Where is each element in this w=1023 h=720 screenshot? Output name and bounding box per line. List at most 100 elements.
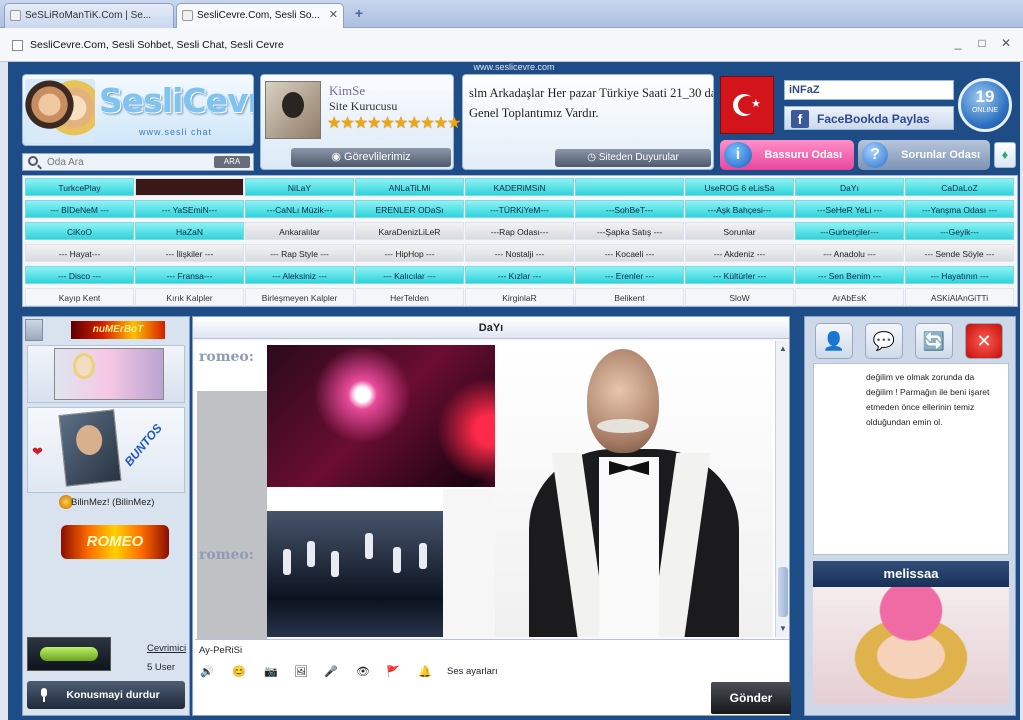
room-item[interactable]: HaZaN <box>135 222 244 240</box>
room-item[interactable]: --- Disco --- <box>25 266 134 284</box>
profile-icon[interactable]: 👤 <box>815 323 853 359</box>
speaker-icon[interactable]: 🔊 <box>199 664 215 680</box>
user-name-label[interactable]: BilinMez! (BilinMez) <box>71 497 154 508</box>
room-item[interactable]: --- Hayat--- <box>25 244 134 262</box>
room-search-input[interactable] <box>47 155 207 169</box>
close-window-icon[interactable]: ✕ <box>998 36 1014 50</box>
room-item[interactable]: --- Nostalji --- <box>465 244 574 262</box>
room-item[interactable]: --- Erenler --- <box>575 266 684 284</box>
refresh-icon[interactable]: 🔄 <box>915 323 953 359</box>
online-users-link[interactable]: Cevrimici <box>147 643 186 654</box>
room-item[interactable]: Sorunlar <box>685 222 794 240</box>
staff-button[interactable]: ◉ Görevlilerimiz <box>291 148 451 167</box>
shared-image-dancers[interactable] <box>267 511 443 637</box>
room-item[interactable] <box>575 178 684 196</box>
room-item[interactable]: KirginlaR <box>465 288 574 306</box>
room-item[interactable]: --- BİDeNeM --- <box>25 200 134 218</box>
close-icon[interactable]: ✕ <box>965 323 1003 359</box>
room-item[interactable]: --- Sende Söyle --- <box>905 244 1014 262</box>
search-button[interactable]: ARA <box>214 156 250 168</box>
room-item[interactable]: DaYı <box>795 178 904 196</box>
room-item[interactable]: SloW <box>685 288 794 306</box>
microphone-icon[interactable]: 🎤 <box>323 664 339 680</box>
issues-room-button[interactable]: ? Sorunlar Odası <box>858 140 990 170</box>
room-item[interactable]: KaraDenizLiLeR <box>355 222 464 240</box>
minimize-icon[interactable]: _ <box>950 36 966 50</box>
profile-photo[interactable] <box>813 587 1009 705</box>
user-card[interactable]: BUNTOS ❤ <box>27 407 185 493</box>
image-icon[interactable]: 🖼 <box>293 664 309 680</box>
bell-icon[interactable]: 🔔 <box>417 664 433 680</box>
room-item[interactable]: ---Rap Odası--- <box>465 222 574 240</box>
list-toggle-button[interactable] <box>25 319 43 341</box>
close-tab-icon[interactable]: ✕ <box>329 4 338 27</box>
eye-icon[interactable]: 👁 <box>355 664 371 680</box>
room-item[interactable]: --- Aleksiniz --- <box>245 266 354 284</box>
announcements-button[interactable]: ◷ Siteden Duyurular <box>555 149 711 167</box>
shared-image-portrait[interactable] <box>495 345 773 637</box>
room-item[interactable]: --- Fransa--- <box>135 266 244 284</box>
room-item[interactable]: ---SeHeR YeLi --- <box>795 200 904 218</box>
room-item[interactable]: --- HipHop --- <box>355 244 464 262</box>
tab-seslicevre[interactable]: SesliCevre.Com, Sesli So... ✕ <box>176 3 344 28</box>
room-item[interactable]: --- Kızlar --- <box>465 266 574 284</box>
room-item[interactable]: ASKiAlAnGiTTi <box>905 288 1014 306</box>
room-item[interactable]: --- Sen Benim --- <box>795 266 904 284</box>
scroll-thumb[interactable] <box>778 567 788 617</box>
new-tab-button[interactable]: + <box>350 5 368 23</box>
room-item[interactable]: TurkcePlay <box>25 178 134 196</box>
room-item[interactable]: Kırık Kalpler <box>135 288 244 306</box>
room-item[interactable]: UseROG 6 eLisSa <box>685 178 794 196</box>
send-button[interactable]: Gönder <box>711 682 791 714</box>
room-item[interactable]: Kayıp Kent <box>25 288 134 306</box>
room-item[interactable]: ---Yanşma Odası --- <box>905 200 1014 218</box>
room-item[interactable]: --- Anadolu --- <box>795 244 904 262</box>
scroll-up-icon[interactable]: ▲ <box>777 343 789 355</box>
room-item[interactable]: --- Hayatının --- <box>905 266 1014 284</box>
room-item[interactable]: Ankaralılar <box>245 222 354 240</box>
room-item[interactable]: Belikent <box>575 288 684 306</box>
stop-talking-button[interactable]: Konusmayi durdur <box>27 681 185 709</box>
tab-seslromantik[interactable]: SeSLiRoManTiK.Com | Se... <box>4 3 174 28</box>
room-item[interactable]: ---Aşk Bahçesi--- <box>685 200 794 218</box>
application-room-button[interactable]: i Bassuru Odası <box>720 140 854 170</box>
private-chat-icon[interactable]: 💬 <box>865 323 903 359</box>
room-item[interactable]: --- Kocaeli --- <box>575 244 684 262</box>
room-item[interactable]: --- İlişkiler --- <box>135 244 244 262</box>
smiley-icon[interactable]: 😊 <box>231 664 247 680</box>
room-item[interactable]: NiLaY <box>245 178 354 196</box>
profile-username: melissaa <box>813 561 1009 587</box>
room-item[interactable]: ---Geyik--- <box>905 222 1014 240</box>
room-item[interactable]: ---SohBeT--- <box>575 200 684 218</box>
tool-icon[interactable]: ♦ <box>994 142 1016 168</box>
room-item[interactable]: ---CaNLı Müzik--- <box>245 200 354 218</box>
camera-icon[interactable]: 📷 <box>263 664 279 680</box>
chat-scrollbar[interactable]: ▲ ▼ <box>775 341 789 637</box>
room-item[interactable]: --- Kültürler --- <box>685 266 794 284</box>
room-item[interactable]: CiKoO <box>25 222 134 240</box>
flag-icon[interactable]: 🚩 <box>385 664 401 680</box>
room-item[interactable]: ANLaTiLMi <box>355 178 464 196</box>
sound-settings-link[interactable]: Ses ayarları <box>447 666 498 677</box>
room-item[interactable]: --- YaSEmiN--- <box>135 200 244 218</box>
user-card[interactable] <box>27 345 185 403</box>
room-item[interactable]: KADERiMSiN <box>465 178 574 196</box>
room-item[interactable]: --- Kalıcılar --- <box>355 266 464 284</box>
room-item[interactable]: HerTelden <box>355 288 464 306</box>
scroll-down-icon[interactable]: ▼ <box>777 623 789 635</box>
facebook-share-button[interactable]: f FaceBookda Paylas <box>784 106 954 130</box>
site-logo[interactable]: SesliCevre www.sesli chat <box>22 74 254 146</box>
room-item[interactable]: CaDaLoZ <box>905 178 1014 196</box>
room-item[interactable]: --- Akdeniz --- <box>685 244 794 262</box>
room-item[interactable]: Birleşmeyen Kalpler <box>245 288 354 306</box>
room-item[interactable]: ---TÜRKiYeM--- <box>465 200 574 218</box>
user-nick-art[interactable]: ROMEO <box>61 525 169 559</box>
maximize-icon[interactable]: □ <box>974 36 990 50</box>
room-item[interactable]: --- Rap Style --- <box>245 244 354 262</box>
room-item[interactable]: ArAbEsK <box>795 288 904 306</box>
message-input[interactable] <box>199 642 699 658</box>
room-item[interactable]: ERENLER ODaSı <box>355 200 464 218</box>
room-item[interactable] <box>135 178 244 196</box>
room-item[interactable]: ---Şapka Satış --- <box>575 222 684 240</box>
room-item[interactable]: ---Gurbetçiler--- <box>795 222 904 240</box>
